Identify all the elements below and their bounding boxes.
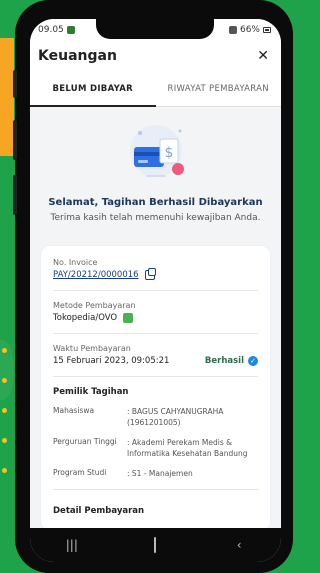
status-time: 09.05 (38, 25, 64, 35)
page-title: Keuangan (38, 48, 117, 64)
battery-icon (263, 27, 271, 33)
payment-time-label: Waktu Pembayaran (53, 344, 131, 353)
detail-row: Mahasiswa : BAGUS CAHYANUGRAHA (19612010… (53, 406, 258, 428)
status-text: Berhasil (204, 356, 244, 366)
detail-row-key: Perguruan Tinggi (53, 437, 117, 446)
divider (53, 376, 258, 377)
invoice-card: No. Invoice PAY/20212/0000016 Metode Pem… (40, 245, 271, 531)
copy-icon[interactable] (144, 268, 156, 280)
detail-row-value: : BAGUS CAHYANUGRAHA (1961201005) (127, 407, 224, 427)
check-circle-icon: ✓ (248, 356, 258, 366)
payment-method-label: Metode Pembayaran (53, 301, 136, 310)
main-content: $ Selamat, Tagihan Berhasil Dibayarkan T… (30, 107, 281, 542)
divider (53, 489, 258, 490)
detail-pembayaran-title: Detail Pembayaran (53, 506, 145, 516)
recent-apps-button[interactable]: ||| (57, 538, 87, 552)
detail-row-value: : S1 - Manajemen (127, 469, 193, 478)
background-dots (2, 348, 7, 498)
close-icon[interactable]: ✕ (257, 48, 269, 64)
home-button[interactable] (140, 537, 170, 553)
background-orange-block (0, 38, 14, 156)
tab-riwayat-pembayaran[interactable]: RIWAYAT PEMBAYARAN (156, 71, 282, 106)
back-button[interactable]: ‹ (224, 538, 254, 552)
detail-row-key: Program Studi (53, 468, 107, 477)
divider (53, 333, 258, 334)
payment-success-illustration-icon: $ (129, 125, 184, 177)
battery-level: 66% (239, 25, 260, 35)
tab-belum-dibayar[interactable]: BELUM DIBAYAR (30, 71, 156, 107)
pemilik-tagihan-title: Pemilik Tagihan (53, 387, 129, 397)
detail-row: Perguruan Tinggi : Akademi Perekam Medis… (53, 437, 258, 459)
success-subtitle: Terima kasih telah memenuhi kewajiban An… (50, 213, 261, 223)
payment-illustration: $ (40, 121, 271, 185)
power-button (13, 175, 17, 215)
payment-method-icon (123, 313, 134, 323)
svg-text:$: $ (164, 145, 173, 161)
payment-time-value: 15 Februari 2023, 09:05:21 (53, 356, 170, 366)
volume-button (13, 120, 17, 160)
tab-bar: BELUM DIBAYAR RIWAYAT PEMBAYARAN (30, 71, 281, 107)
phone-screen: 09.05 66% Keuangan ✕ BELUM DIBAYAR RIWAY… (30, 19, 281, 562)
app-notification-icon (66, 26, 75, 34)
android-nav-bar: ||| ‹ (30, 528, 281, 562)
divider (53, 290, 258, 291)
success-title: Selamat, Tagihan Berhasil Dibayarkan (48, 197, 263, 208)
detail-row-value: : Akademi Perekam Medis & Informatika Ke… (127, 438, 248, 458)
invoice-number-link[interactable]: PAY/20212/0000016 (53, 270, 139, 280)
payment-method-value: Tokopedia/OVO (53, 313, 118, 323)
home-icon (154, 537, 157, 553)
status-badge: Berhasil ✓ (205, 356, 258, 366)
volume-button (13, 70, 17, 98)
detail-row-key: Mahasiswa (53, 406, 95, 415)
invoice-number-label: No. Invoice (53, 258, 98, 267)
signal-icon (228, 26, 237, 34)
detail-row: Program Studi : S1 - Manajemen (53, 468, 258, 479)
app-bar: Keuangan ✕ (30, 41, 281, 71)
camera-notch (96, 19, 214, 39)
